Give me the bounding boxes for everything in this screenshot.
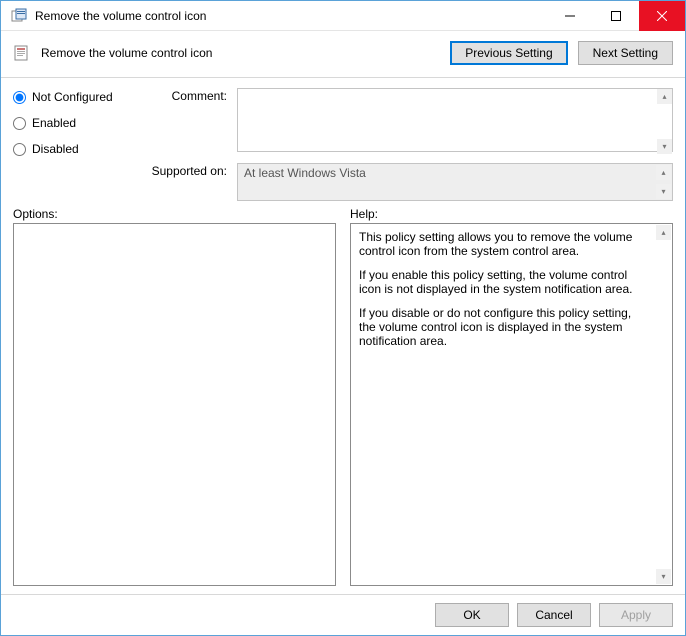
- minimize-button[interactable]: [547, 1, 593, 31]
- titlebar: Remove the volume control icon: [1, 1, 685, 31]
- apply-button[interactable]: Apply: [599, 603, 673, 627]
- supported-on-box: At least Windows Vista ▴ ▾: [237, 163, 673, 201]
- scroll-down-icon[interactable]: ▾: [657, 139, 672, 154]
- titlebar-text: Remove the volume control icon: [35, 9, 547, 23]
- maximize-button[interactable]: [593, 1, 639, 31]
- comment-row: Comment: ▴ ▾: [147, 88, 673, 155]
- page-title: Remove the volume control icon: [41, 46, 440, 60]
- radio-disabled-label: Disabled: [32, 142, 79, 156]
- content-area: Remove the volume control icon Previous …: [1, 31, 685, 594]
- options-box: [13, 223, 336, 586]
- radio-not-configured[interactable]: Not Configured: [13, 90, 123, 104]
- panels: Options: Help: This policy setting allow…: [13, 207, 673, 586]
- document-icon: [13, 44, 31, 62]
- state-radios: Not Configured Enabled Disabled: [13, 88, 123, 201]
- radio-disabled[interactable]: Disabled: [13, 142, 123, 156]
- previous-setting-button[interactable]: Previous Setting: [450, 41, 567, 65]
- radio-not-configured-input[interactable]: [13, 91, 26, 104]
- help-paragraph: If you disable or do not configure this …: [359, 306, 664, 348]
- cancel-button[interactable]: Cancel: [517, 603, 591, 627]
- scroll-up-icon: ▴: [656, 165, 671, 180]
- close-button[interactable]: [639, 1, 685, 31]
- scroll-down-icon: ▾: [656, 184, 671, 199]
- supported-label: Supported on:: [147, 163, 227, 201]
- comment-label: Comment:: [147, 88, 227, 155]
- radio-enabled-label: Enabled: [32, 116, 76, 130]
- next-setting-button[interactable]: Next Setting: [578, 41, 673, 65]
- supported-on-value: At least Windows Vista: [244, 166, 366, 180]
- help-paragraph: If you enable this policy setting, the v…: [359, 268, 664, 296]
- help-column: Help: This policy setting allows you to …: [350, 207, 673, 586]
- scroll-down-icon[interactable]: ▾: [656, 569, 671, 584]
- help-label: Help:: [350, 207, 673, 221]
- comment-textarea[interactable]: [237, 88, 673, 152]
- policy-editor-window: Remove the volume control icon Remove th…: [0, 0, 686, 636]
- supported-row: Supported on: At least Windows Vista ▴ ▾: [147, 163, 673, 201]
- radio-enabled-input[interactable]: [13, 117, 26, 130]
- scroll-up-icon[interactable]: ▴: [657, 89, 672, 104]
- policy-icon: [11, 8, 27, 24]
- radio-enabled[interactable]: Enabled: [13, 116, 123, 130]
- divider: [1, 77, 685, 78]
- fields-column: Comment: ▴ ▾ Supported on: At least Windo…: [147, 88, 673, 201]
- ok-button[interactable]: OK: [435, 603, 509, 627]
- scroll-up-icon[interactable]: ▴: [656, 225, 671, 240]
- radio-not-configured-label: Not Configured: [32, 90, 113, 104]
- options-label: Options:: [13, 207, 336, 221]
- radio-disabled-input[interactable]: [13, 143, 26, 156]
- options-column: Options:: [13, 207, 336, 586]
- footer: OK Cancel Apply: [1, 595, 685, 635]
- config-row: Not Configured Enabled Disabled Comment:…: [13, 88, 673, 201]
- help-paragraph: This policy setting allows you to remove…: [359, 230, 664, 258]
- header-row: Remove the volume control icon Previous …: [13, 41, 673, 65]
- help-box: This policy setting allows you to remove…: [350, 223, 673, 586]
